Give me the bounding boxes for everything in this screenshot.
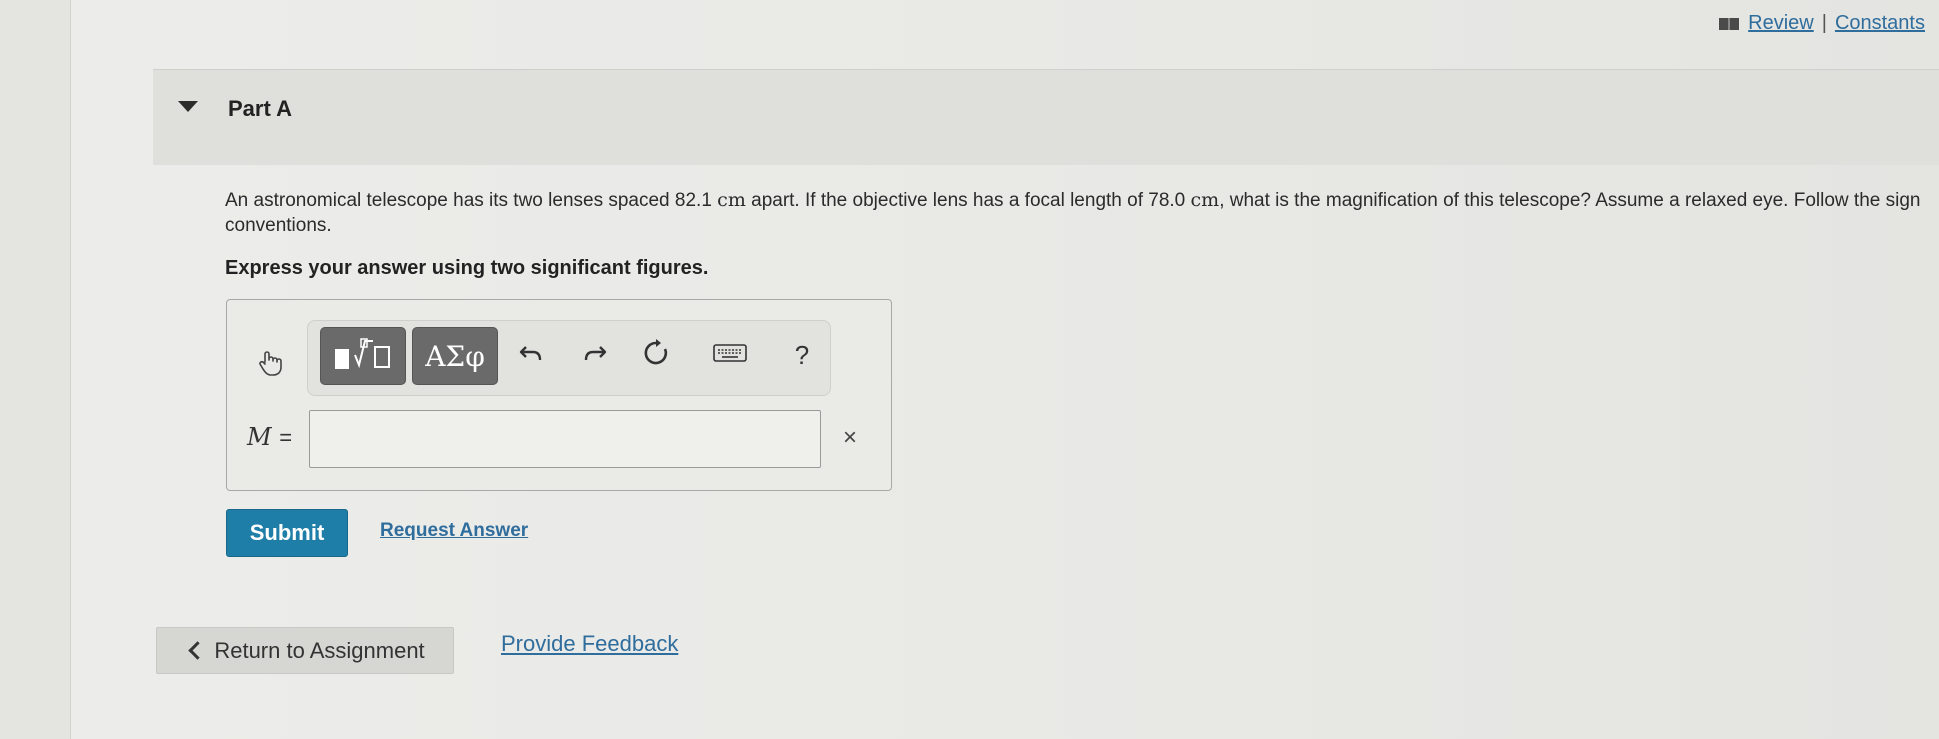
request-answer-link[interactable]: Request Answer [380,520,528,542]
variable-symbol: M [247,423,272,451]
question-text-part-1: An astronomical telescope has its two le… [225,190,712,211]
math-toolbar: ΑΣφ ? [307,320,831,396]
equals-sign: = [279,425,293,450]
submit-button[interactable]: Submit [226,509,348,557]
part-a-header[interactable]: Part A [153,69,1939,165]
answer-box: ΑΣφ ? M = × [226,299,892,491]
clear-icon[interactable]: × [843,424,857,452]
redo-button[interactable] [570,327,618,383]
reset-icon [641,338,671,373]
redo-icon [580,341,608,370]
templates-icon [331,335,395,378]
answer-input[interactable] [309,410,821,468]
answer-variable-label: M = [247,423,292,451]
provide-feedback-link[interactable]: Provide Feedback [501,631,678,657]
constants-link[interactable]: Constants [1835,12,1925,35]
caret-down-icon[interactable] [178,101,198,112]
chevron-left-icon [188,641,208,660]
answer-instruction: Express your answer using two significan… [225,257,709,279]
top-links: Review | Constants [1718,12,1925,35]
undo-button[interactable] [508,327,556,383]
templates-button[interactable] [320,327,406,385]
greek-symbols-button[interactable]: ΑΣφ [412,327,498,385]
question-text-part-2: apart. If the objective lens has a focal… [751,190,1186,211]
help-icon: ? [794,339,810,370]
reset-button[interactable] [632,327,680,383]
unit-cm-2: cm [1190,189,1220,211]
undo-icon [518,341,546,370]
left-rail [0,0,71,739]
keyboard-icon [713,342,747,369]
return-to-assignment-button[interactable]: Return to Assignment [156,627,454,674]
part-title: Part A [228,96,292,121]
hand-pointer-icon[interactable] [255,348,285,383]
book-icon [1718,16,1740,32]
question-text: An astronomical telescope has its two le… [225,188,1939,238]
link-separator: | [1821,12,1827,34]
help-button[interactable]: ? [778,327,826,383]
return-label: Return to Assignment [214,637,425,663]
unit-cm-1: cm [717,189,746,211]
review-link[interactable]: Review [1748,12,1814,35]
keyboard-button[interactable] [700,327,760,383]
